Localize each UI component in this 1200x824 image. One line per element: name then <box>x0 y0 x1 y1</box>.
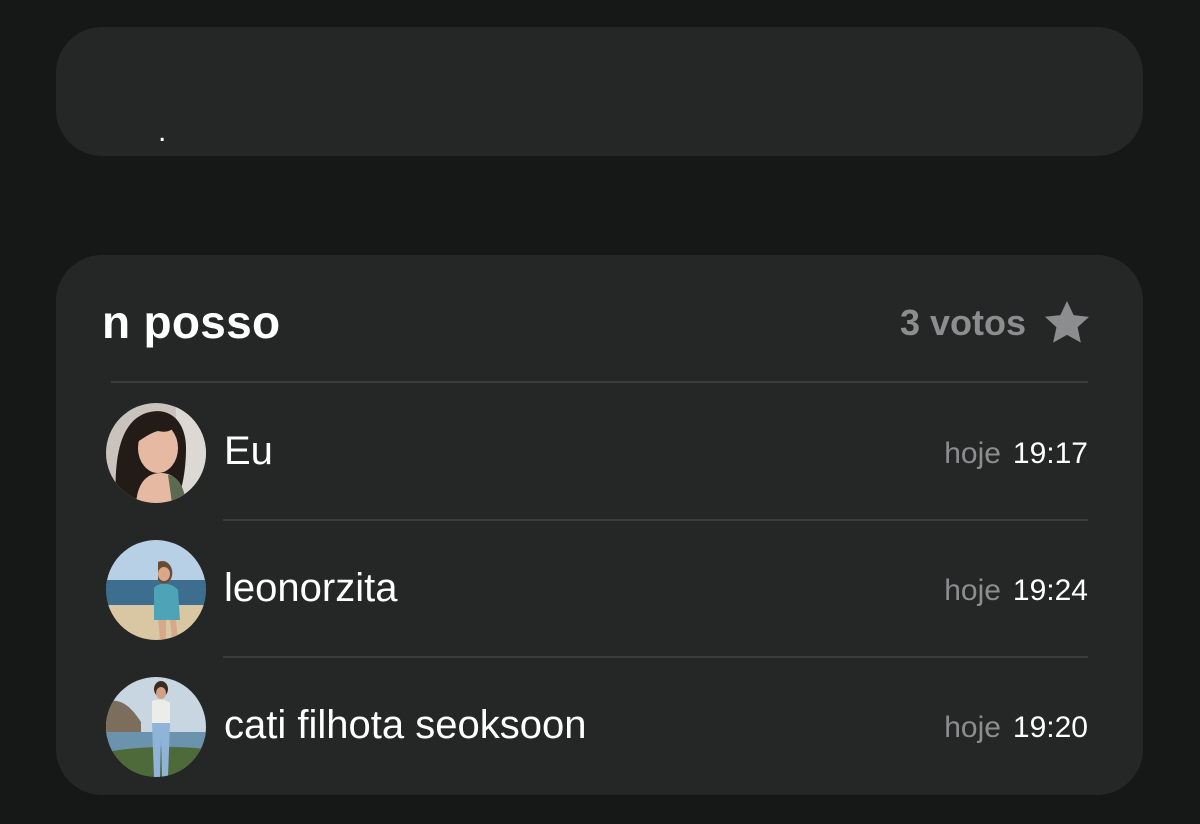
voter-name: Eu <box>224 429 273 473</box>
vote-day: hoje <box>944 574 1001 607</box>
avatar[interactable] <box>106 677 206 777</box>
header-divider <box>111 381 1088 383</box>
vote-timestamp: hoje 19:20 <box>944 711 1088 745</box>
avatar[interactable] <box>106 540 206 640</box>
row-divider <box>223 656 1088 658</box>
avatar-photo <box>106 677 206 777</box>
star-icon[interactable] <box>1040 296 1094 350</box>
avatar[interactable] <box>106 403 206 503</box>
vote-day: hoje <box>944 711 1001 744</box>
vote-time: 19:24 <box>1012 574 1088 607</box>
vote-timestamp: hoje 19:17 <box>944 437 1088 471</box>
vote-summary: 3 votos <box>900 295 1094 351</box>
voter-row[interactable]: cati filhota seoksoon hoje 19:20 <box>56 661 1143 795</box>
vote-timestamp: hoje 19:24 <box>944 574 1088 608</box>
vote-count: 3 votos <box>899 302 1026 343</box>
voter-name: cati filhota seoksoon <box>224 703 587 747</box>
voter-row[interactable]: leonorzita hoje 19:24 <box>56 524 1143 661</box>
avatar-photo <box>106 540 206 640</box>
voter-name: leonorzita <box>224 566 398 610</box>
avatar-photo <box>106 403 206 503</box>
poll-option-title: n posso <box>102 296 281 348</box>
poll-option-card: n posso 3 votos Eu hoje 19:17 leonorzita… <box>56 255 1143 795</box>
vote-time: 19:17 <box>1012 437 1088 470</box>
voter-row[interactable]: Eu hoje 19:17 <box>56 387 1143 524</box>
row-divider <box>223 519 1088 521</box>
vote-day: hoje <box>944 437 1001 470</box>
message-text: . <box>158 115 167 148</box>
message-card[interactable]: . <box>56 27 1143 156</box>
vote-time: 19:20 <box>1012 711 1088 744</box>
